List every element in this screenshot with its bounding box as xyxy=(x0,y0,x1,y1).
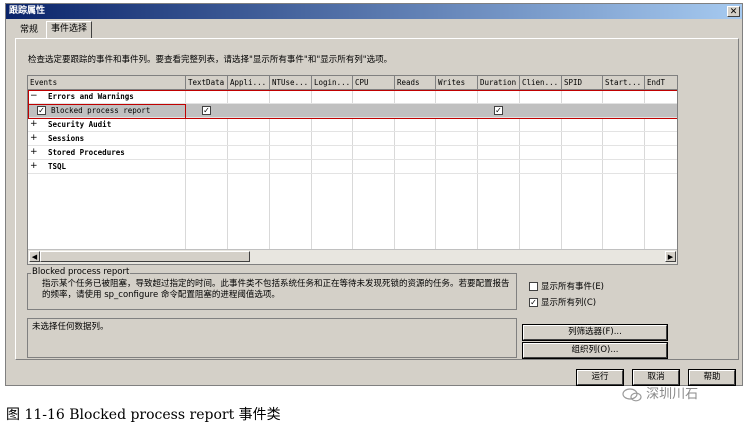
show-all-events-option[interactable]: 显示所有事件(E) xyxy=(529,280,604,292)
column-header[interactable]: NTUse... xyxy=(270,76,312,90)
highlight-box-event xyxy=(28,104,186,119)
horizontal-scrollbar[interactable]: ◀ ▶ xyxy=(28,249,677,264)
event-description-group: Blocked process report 指示某个任务已被阻塞，导致超过指定… xyxy=(27,267,517,310)
column-header[interactable]: Duration xyxy=(478,76,520,90)
tab-general[interactable]: 常规 xyxy=(14,23,44,38)
category-label: Sessions xyxy=(48,134,85,143)
show-all-events-label: 显示所有事件(E) xyxy=(541,282,605,292)
expand-icon[interactable]: + xyxy=(30,162,38,171)
column-filters-button[interactable]: 列筛选器(F)... xyxy=(522,324,668,341)
category-row-sessions[interactable]: + Sessions xyxy=(28,132,677,146)
expand-icon[interactable]: + xyxy=(30,120,38,129)
category-label: TSQL xyxy=(48,162,67,171)
watermark: 深圳川石 xyxy=(622,383,742,405)
figure-caption: 图 11-16 Blocked process report 事件类 xyxy=(6,407,281,423)
column-description-group: 未选择任何数据列。 xyxy=(27,318,517,358)
category-row-security-audit[interactable]: + Security Audit xyxy=(28,118,677,132)
category-row-stored-procedures[interactable]: + Stored Procedures xyxy=(28,146,677,160)
column-header[interactable]: EndT xyxy=(645,76,677,90)
column-header[interactable]: SPID xyxy=(562,76,603,90)
category-label: Security Audit xyxy=(48,120,112,129)
tab-events-selection[interactable]: 事件选择 xyxy=(46,21,92,39)
column-header[interactable]: Reads xyxy=(395,76,436,90)
instruction-text: 检查选定要跟踪的事件和事件列。要查看完整列表，请选择"显示所有事件"和"显示所有… xyxy=(28,55,393,65)
close-icon[interactable]: ✕ xyxy=(727,6,740,17)
column-header[interactable]: Writes xyxy=(436,76,478,90)
trace-properties-dialog: 跟踪属性 ✕ 常规 事件选择 检查选定要跟踪的事件和事件列。要查看完整列表，请选… xyxy=(5,3,743,386)
show-all-columns-label: 显示所有列(C) xyxy=(541,298,597,308)
show-all-columns-checkbox[interactable]: ✓ xyxy=(529,298,538,307)
column-header[interactable]: Appli... xyxy=(228,76,270,90)
event-description-text: 指示某个任务已被阻塞，导致超过指定的时间。此事件类不包括系统任务和正在等待未发现… xyxy=(42,279,510,300)
event-description-title: Blocked process report xyxy=(31,267,131,277)
expand-icon[interactable]: + xyxy=(30,148,38,157)
wechat-logo-icon xyxy=(622,387,642,401)
column-header[interactable]: Start... xyxy=(603,76,645,90)
column-header[interactable]: Clien... xyxy=(520,76,562,90)
column-header[interactable]: Events xyxy=(28,76,186,90)
run-button[interactable]: 运行 xyxy=(576,369,624,386)
scroll-thumb[interactable] xyxy=(40,251,250,262)
column-header[interactable]: TextData xyxy=(186,76,228,90)
show-all-columns-option[interactable]: ✓ 显示所有列(C) xyxy=(529,296,596,308)
category-row-tsql[interactable]: + TSQL xyxy=(28,160,677,174)
window-title: 跟踪属性 xyxy=(6,4,742,19)
events-grid[interactable]: Events TextData Appli... NTUse... Login.… xyxy=(27,75,678,265)
organize-columns-button[interactable]: 组织列(O)... xyxy=(522,342,668,359)
show-all-events-checkbox[interactable] xyxy=(529,282,538,291)
column-header[interactable]: Login... xyxy=(312,76,353,90)
events-selection-panel: 检查选定要跟踪的事件和事件列。要查看完整列表，请选择"显示所有事件"和"显示所有… xyxy=(15,38,739,360)
scroll-left-icon[interactable]: ◀ xyxy=(29,251,40,262)
watermark-text: 深圳川石 xyxy=(646,387,699,402)
column-description-text: 未选择任何数据列。 xyxy=(32,322,109,332)
column-header[interactable]: CPU xyxy=(353,76,395,90)
grid-header: Events TextData Appli... NTUse... Login.… xyxy=(28,76,677,90)
category-label: Stored Procedures xyxy=(48,148,125,157)
expand-icon[interactable]: + xyxy=(30,134,38,143)
scroll-right-icon[interactable]: ▶ xyxy=(665,251,676,262)
